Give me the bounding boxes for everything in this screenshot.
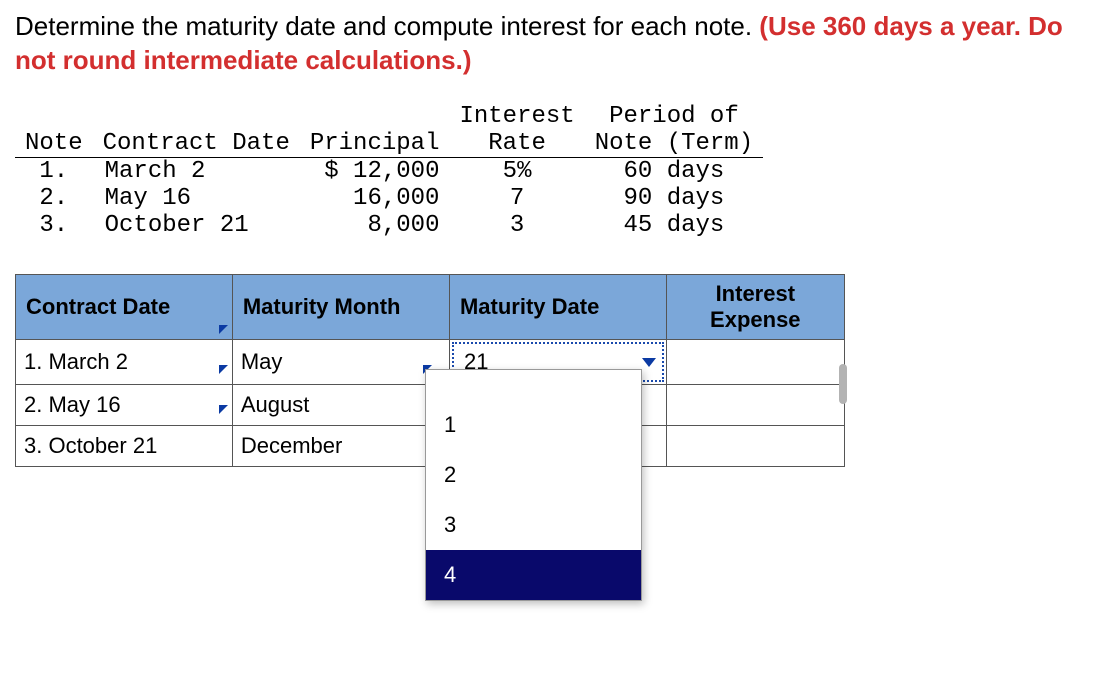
dropdown-indicator-icon bbox=[219, 365, 228, 374]
instruction-text: Determine the maturity date and compute … bbox=[15, 10, 1093, 78]
note-rate: 3 bbox=[449, 212, 584, 239]
header-interest-l2: Rate bbox=[449, 130, 584, 158]
note-principal: 16,000 bbox=[300, 185, 450, 212]
header-period-l1: Period of bbox=[585, 103, 763, 130]
maturity-date-dropdown-list[interactable]: 1 2 3 4 bbox=[425, 369, 642, 601]
answer-contract-date: 1. March 2 bbox=[16, 340, 233, 385]
note-num: 3. bbox=[15, 212, 93, 239]
notes-data-table: Interest Period of Note Contract Date Pr… bbox=[15, 103, 763, 239]
answer-contract-date: 3. October 21 bbox=[16, 426, 233, 467]
note-rate: 7 bbox=[449, 185, 584, 212]
note-num: 2. bbox=[15, 185, 93, 212]
table-row: 1. March 2 $ 12,000 5% 60 days bbox=[15, 157, 763, 185]
note-contract-date: March 2 bbox=[93, 157, 300, 185]
note-contract-date: May 16 bbox=[93, 185, 300, 212]
table-row: 2. May 16 16,000 7 90 days bbox=[15, 185, 763, 212]
answer-area: Contract Date Maturity Month Maturity Da… bbox=[15, 274, 845, 468]
header-maturity-month: Maturity Month bbox=[232, 274, 449, 340]
header-ie-l2: Expense bbox=[710, 307, 801, 332]
note-term: 60 days bbox=[585, 157, 763, 185]
header-period-l2: Note (Term) bbox=[585, 130, 763, 158]
dropdown-option-selected[interactable]: 4 bbox=[426, 550, 641, 600]
answer-contract-date: 2. May 16 bbox=[16, 385, 233, 426]
dropdown-blank-option[interactable] bbox=[426, 370, 641, 400]
table-row: 3. October 21 8,000 3 45 days bbox=[15, 212, 763, 239]
interest-expense-input[interactable] bbox=[666, 340, 844, 385]
dropdown-option[interactable]: 1 bbox=[426, 400, 641, 450]
dropdown-option[interactable]: 3 bbox=[426, 500, 641, 550]
note-principal: 8,000 bbox=[300, 212, 450, 239]
note-num: 1. bbox=[15, 157, 93, 185]
header-ie-l1: Interest bbox=[716, 281, 795, 306]
header-interest-expense: Interest Expense bbox=[666, 274, 844, 340]
note-principal: $ 12,000 bbox=[300, 157, 450, 185]
header-interest-l1: Interest bbox=[449, 103, 584, 130]
header-principal: Principal bbox=[300, 130, 450, 158]
dropdown-indicator-icon bbox=[219, 405, 228, 414]
interest-expense-input[interactable] bbox=[666, 385, 844, 426]
note-rate: 5% bbox=[449, 157, 584, 185]
chevron-down-icon bbox=[642, 358, 656, 367]
interest-expense-input[interactable] bbox=[666, 426, 844, 467]
note-term: 45 days bbox=[585, 212, 763, 239]
header-contract-date: Contract Date bbox=[93, 130, 300, 158]
dropdown-option[interactable]: 2 bbox=[426, 450, 641, 500]
scrollbar-thumb[interactable] bbox=[839, 364, 847, 404]
maturity-month-select[interactable]: May bbox=[232, 340, 449, 385]
note-contract-date: October 21 bbox=[93, 212, 300, 239]
header-contract-date: Contract Date bbox=[16, 274, 233, 340]
header-note: Note bbox=[15, 130, 93, 158]
note-term: 90 days bbox=[585, 185, 763, 212]
maturity-month-select[interactable]: December bbox=[232, 426, 449, 467]
maturity-month-select[interactable]: August bbox=[232, 385, 449, 426]
dropdown-indicator-icon bbox=[219, 325, 228, 334]
header-maturity-date: Maturity Date bbox=[449, 274, 666, 340]
instruction-prefix: Determine the maturity date and compute … bbox=[15, 11, 759, 41]
